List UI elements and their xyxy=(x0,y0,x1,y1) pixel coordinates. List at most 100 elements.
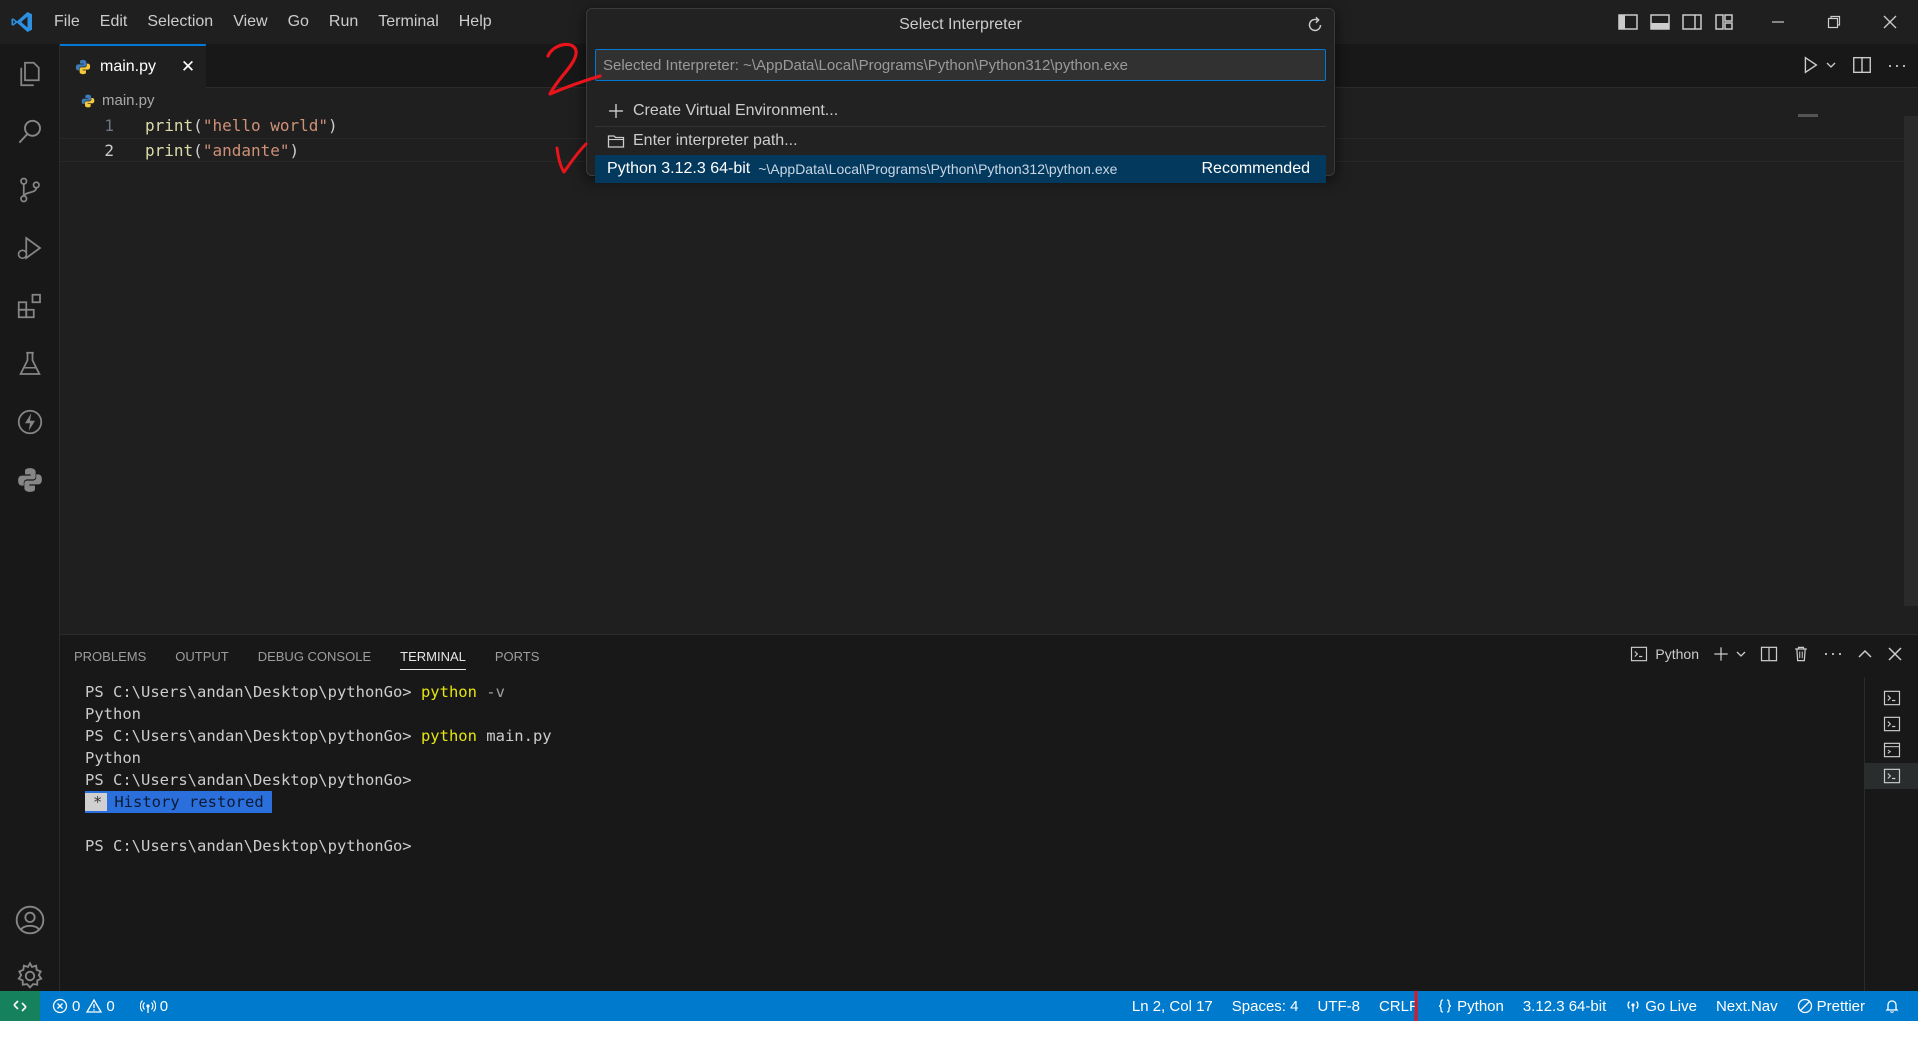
go-live-button[interactable]: Go Live xyxy=(1625,998,1697,1015)
python-button[interactable] xyxy=(0,452,60,508)
create-virtual-env-option[interactable]: Create Virtual Environment... xyxy=(595,97,1326,125)
testing-button[interactable] xyxy=(0,336,60,392)
close-window-button[interactable] xyxy=(1862,0,1918,44)
accounts-button[interactable] xyxy=(0,892,60,948)
terminal-line: PS C:\Users\andan\Desktop\pythonGo> xyxy=(85,837,412,855)
interpreter-search-input[interactable] xyxy=(595,49,1326,81)
python-interpreter-status[interactable]: 3.12.3 64-bit xyxy=(1523,998,1606,1015)
chevron-up-icon[interactable] xyxy=(1856,645,1874,663)
run-debug-button[interactable] xyxy=(0,220,60,276)
terminal-instance-active[interactable] xyxy=(1865,763,1918,789)
new-terminal-icon[interactable] xyxy=(1711,644,1731,664)
vscode-logo-icon xyxy=(11,12,32,32)
editor-actions: ··· xyxy=(1799,54,1908,76)
refresh-icon[interactable] xyxy=(1304,14,1326,36)
tab-problems[interactable]: PROBLEMS xyxy=(74,635,146,679)
file-encoding[interactable]: UTF-8 xyxy=(1317,998,1360,1015)
trash-icon[interactable] xyxy=(1791,644,1811,664)
close-icon xyxy=(1883,15,1897,29)
remote-icon xyxy=(13,1000,27,1012)
tab-output[interactable]: OUTPUT xyxy=(175,635,228,679)
minimize-icon xyxy=(1772,21,1784,23)
terminal-output[interactable]: PS C:\Users\andan\Desktop\pythonGo> pyth… xyxy=(85,681,552,857)
chevron-down-icon[interactable] xyxy=(1735,648,1747,660)
chevron-down-icon[interactable] xyxy=(1825,59,1837,71)
close-panel-icon[interactable] xyxy=(1886,645,1904,663)
toggle-panel-icon[interactable] xyxy=(1648,10,1672,34)
run-debug-icon xyxy=(17,236,42,260)
toggle-primary-sidebar-icon[interactable] xyxy=(1616,10,1640,34)
activity-bar xyxy=(0,44,60,991)
restore-icon xyxy=(1827,15,1841,29)
bell-icon xyxy=(1885,1000,1899,1013)
python-interpreter-option[interactable]: Python 3.12.3 64-bit ~\AppData\Local\Pro… xyxy=(595,155,1326,183)
menu-terminal[interactable]: Terminal xyxy=(368,0,448,44)
explorer-button[interactable] xyxy=(0,46,60,102)
split-editor-icon[interactable] xyxy=(1851,54,1873,76)
cmd-terminal-icon xyxy=(1883,742,1901,758)
terminal-icon xyxy=(1631,646,1648,661)
layout-controls xyxy=(1616,10,1736,34)
next-nav-status[interactable]: Next.Nav xyxy=(1716,998,1778,1015)
menu-run[interactable]: Run xyxy=(319,0,368,44)
notifications-button[interactable] xyxy=(1884,998,1904,1014)
toggle-secondary-sidebar-icon[interactable] xyxy=(1680,10,1704,34)
tab-terminal[interactable]: TERMINAL xyxy=(400,635,466,679)
tab-main-py[interactable]: main.py ✕ xyxy=(60,44,206,88)
search-button[interactable] xyxy=(0,104,60,160)
braces-icon xyxy=(1439,999,1452,1013)
ports-count: 0 xyxy=(159,997,169,1015)
python-icon xyxy=(18,468,42,492)
run-file-icon[interactable] xyxy=(1799,54,1821,76)
end-of-line[interactable]: CRLF xyxy=(1379,998,1418,1015)
menu-file[interactable]: File xyxy=(44,0,90,44)
indentation[interactable]: Spaces: 4 xyxy=(1232,998,1299,1015)
panel-tabs: PROBLEMS OUTPUT DEBUG CONSOLE TERMINAL P… xyxy=(60,635,568,679)
terminal-instance[interactable] xyxy=(1865,737,1918,763)
extensions-icon xyxy=(17,293,41,319)
ports-indicator[interactable]: 0 xyxy=(139,997,169,1015)
menu-edit[interactable]: Edit xyxy=(90,0,138,44)
terminal-instance[interactable] xyxy=(1865,685,1918,711)
enter-interpreter-path-option[interactable]: Enter interpreter path... xyxy=(595,127,1326,155)
more-actions-icon[interactable]: ··· xyxy=(1887,55,1908,76)
minimize-button[interactable] xyxy=(1750,0,1806,44)
enter-interpreter-path-label: Enter interpreter path... xyxy=(633,132,798,149)
prettier-status[interactable]: Prettier xyxy=(1797,998,1865,1015)
vscode-window: File Edit Selection View Go Run Terminal… xyxy=(0,0,1918,1021)
python-file-icon xyxy=(81,94,95,107)
split-terminal-icon[interactable] xyxy=(1759,644,1779,664)
minimap[interactable] xyxy=(1798,114,1818,117)
close-tab-icon[interactable]: ✕ xyxy=(178,58,198,78)
terminal-instance[interactable] xyxy=(1865,711,1918,737)
terminal-profile-selector[interactable]: Python xyxy=(1629,644,1699,664)
terminal-line: PS C:\Users\andan\Desktop\pythonGo> xyxy=(85,771,412,789)
restore-button[interactable] xyxy=(1806,0,1862,44)
customize-layout-icon[interactable] xyxy=(1712,10,1736,34)
remote-indicator[interactable] xyxy=(0,991,40,1021)
folder-icon xyxy=(607,135,625,148)
editor-scrollbar[interactable] xyxy=(1904,116,1918,606)
breadcrumb-file[interactable]: main.py xyxy=(102,92,155,109)
menu-selection[interactable]: Selection xyxy=(137,0,223,44)
tab-ports[interactable]: PORTS xyxy=(495,635,540,679)
menu-view[interactable]: View xyxy=(223,0,277,44)
cursor-position[interactable]: Ln 2, Col 17 xyxy=(1132,998,1213,1015)
broadcast-icon xyxy=(139,1000,156,1013)
menu-help[interactable]: Help xyxy=(449,0,502,44)
terminal-icon xyxy=(1883,716,1901,732)
extensions-button[interactable] xyxy=(0,278,60,334)
recommended-badge: Recommended xyxy=(1201,160,1311,177)
thunder-client-button[interactable] xyxy=(0,394,60,450)
language-label: Python xyxy=(1457,997,1504,1015)
source-control-button[interactable] xyxy=(0,162,60,218)
terminal-line: Python xyxy=(85,749,141,767)
warning-count: 0 xyxy=(106,997,115,1015)
language-mode[interactable]: Python xyxy=(1437,998,1504,1015)
problems-indicator[interactable]: 0 0 xyxy=(52,998,115,1015)
tab-debug-console[interactable]: DEBUG CONSOLE xyxy=(258,635,371,679)
more-actions-icon[interactable]: ··· xyxy=(1823,643,1844,664)
line-number: 1 xyxy=(104,116,114,135)
menu-go[interactable]: Go xyxy=(278,0,319,44)
